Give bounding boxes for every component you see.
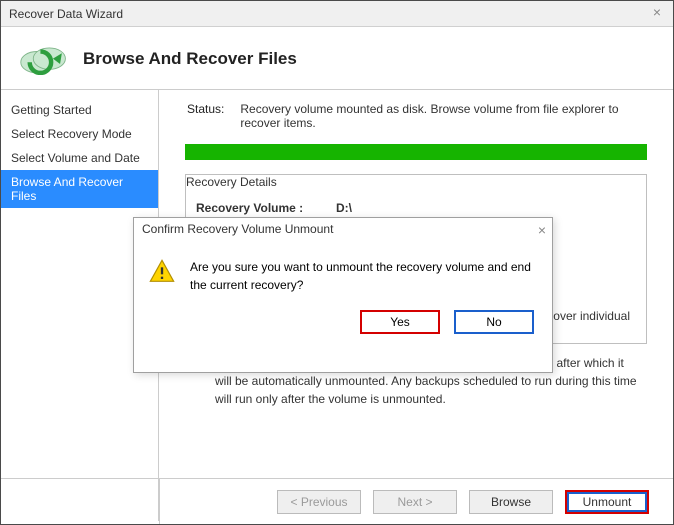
window-title: Recover Data Wizard bbox=[9, 7, 123, 21]
header: Browse And Recover Files bbox=[1, 27, 673, 90]
previous-button[interactable]: < Previous bbox=[277, 490, 361, 514]
dialog-message: Are you sure you want to unmount the rec… bbox=[190, 258, 538, 294]
yes-button[interactable]: Yes bbox=[360, 310, 440, 334]
recovery-volume-label: Recovery Volume : bbox=[196, 201, 326, 215]
recovery-volume-value: D:\ bbox=[336, 201, 352, 215]
recovery-details-legend: Recovery Details bbox=[186, 175, 277, 189]
browse-button[interactable]: Browse bbox=[469, 490, 553, 514]
status-text: Recovery volume mounted as disk. Browse … bbox=[240, 102, 653, 130]
close-icon[interactable]: × bbox=[538, 222, 546, 238]
confirm-unmount-dialog: Confirm Recovery Volume Unmount × Are yo… bbox=[133, 217, 553, 373]
wizard-footer: < Previous Next > Browse Unmount bbox=[1, 478, 673, 524]
unmount-button[interactable]: Unmount bbox=[565, 490, 649, 514]
dialog-body: Are you sure you want to unmount the rec… bbox=[134, 244, 552, 302]
next-button[interactable]: Next > bbox=[373, 490, 457, 514]
status-label: Status: bbox=[187, 102, 224, 130]
titlebar: Recover Data Wizard × bbox=[1, 1, 673, 27]
close-icon[interactable]: × bbox=[647, 4, 667, 20]
sidebar-item-volume-date[interactable]: Select Volume and Date bbox=[1, 146, 158, 170]
dialog-buttons: Yes No bbox=[134, 302, 552, 344]
status-row: Status: Recovery volume mounted as disk.… bbox=[179, 102, 653, 130]
wizard-window: Recover Data Wizard × Browse And Recover… bbox=[0, 0, 674, 525]
page-title: Browse And Recover Files bbox=[83, 49, 297, 69]
dialog-titlebar: Confirm Recovery Volume Unmount × bbox=[134, 218, 552, 244]
dialog-title: Confirm Recovery Volume Unmount bbox=[142, 222, 333, 236]
no-button[interactable]: No bbox=[454, 310, 534, 334]
sidebar-item-getting-started[interactable]: Getting Started bbox=[1, 98, 158, 122]
warning-icon bbox=[148, 258, 176, 294]
sidebar-item-browse-recover[interactable]: Browse And Recover Files bbox=[1, 170, 158, 208]
sidebar-item-recovery-mode[interactable]: Select Recovery Mode bbox=[1, 122, 158, 146]
progress-bar bbox=[185, 144, 647, 160]
obscured-text-fragment: cover individual bbox=[547, 309, 630, 323]
cloud-recover-icon bbox=[19, 39, 69, 79]
recovery-volume-row: Recovery Volume : D:\ bbox=[186, 189, 646, 215]
